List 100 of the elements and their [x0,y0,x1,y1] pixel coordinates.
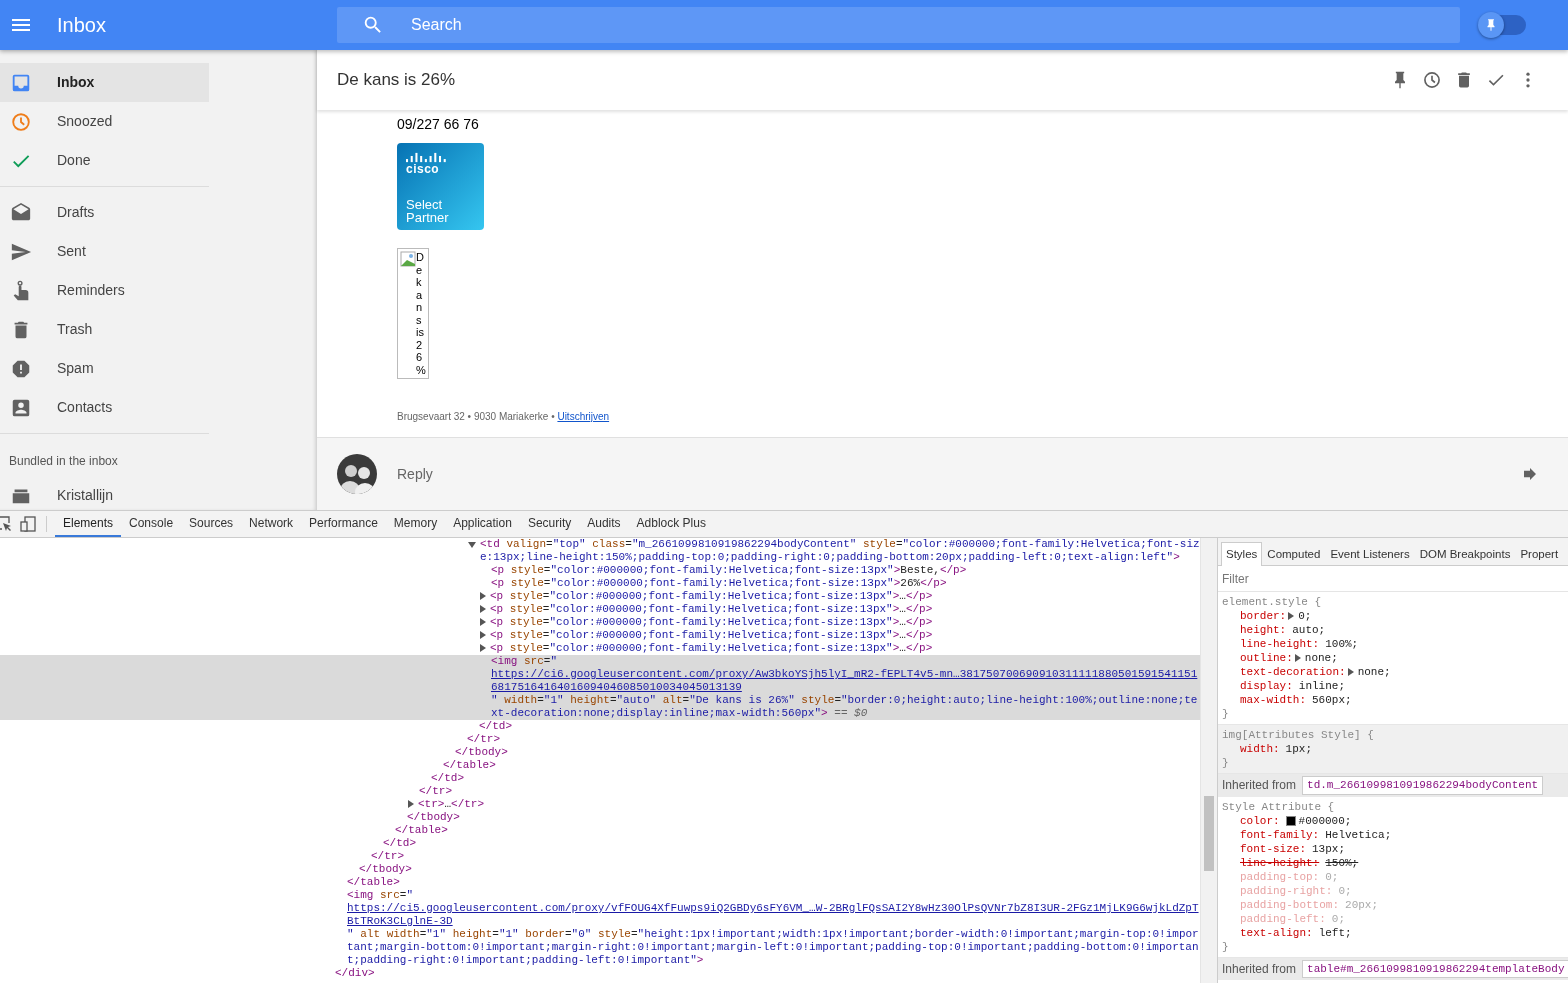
property-value: 0; [1331,911,1346,926]
code-line: </tr> [371,850,405,863]
search-icon[interactable] [362,14,384,36]
scrollbar[interactable] [1200,538,1217,983]
property-name: font-family: [1240,827,1320,842]
property-value: 20px; [1345,897,1379,912]
inspect-icon[interactable] [0,516,12,532]
code-line: </td> [479,720,513,733]
section-heading: Bundled in the inbox [8,453,119,470]
property-name: line-height: [1240,855,1320,870]
property-value: none; [1357,665,1391,679]
code-line: <p style="color:#000000;font-family:Helvetica;font-size:13px">…</p> [490,629,934,642]
sidebar-item[interactable]: Sent [0,232,209,271]
code-line: <img src="https://ci6.googleusercontent.com/proxy/Aw3bkoYSjh5lyI_mR2-fEPLT4v5-mn…38175070069091031111188050159154115168175164164016094046085010034045013139" width="1" height="auto" alt="De kans is 26%" style="border:0;height:auto;line-height:100%;outline:none;text-decoration:none;display:inline;max-width:560px"> == $0 [491,655,1200,720]
property-value: 0; [1338,883,1352,898]
css-selector: img[Attributes Style] { [1222,728,1375,742]
code-line: </table> [443,759,497,772]
inherited-label: Inherited from [1222,777,1297,795]
property-name: text-decoration: [1240,665,1346,679]
property-name: color: [1240,813,1280,828]
clock-icon [10,110,32,133]
code-line: <img src="https://ci5.googleusercontent.com/proxy/vfFOUG4XfFuwps9iQ2GBDy6sFY6VM_…W-2BRglFQsSAI2Y8wHz30OlPsQVNr7bZ8I3UR-2FGz1MjLK9G6wjkLdZpTBtTRoK3CLglnE-3D" alt width="1" height="1" border="0" style="height:1px!important;width:1px!important;border-width:0!important;margin-top:0!important;margin-bottom:0!important;margin-right:0!important;margin-left:0!important;padding-top:0!important;padding-bottom:0!important;padding-right:0!important;padding-left:0!important"> [347,889,1200,967]
expand-arrow-icon[interactable] [1294,654,1301,662]
device-icon[interactable] [20,516,36,532]
code-line: </tr> [419,785,453,798]
property-name: display: [1240,679,1293,693]
devtools-tab[interactable]: Performance [301,511,386,537]
code-line: </tr> [467,733,501,746]
reply-button[interactable]: Reply [397,463,433,485]
property-name: outline: [1240,651,1293,665]
app-title: Inbox [57,13,107,38]
code-line: </tbody> [407,811,461,824]
code-line: <p style="color:#000000;font-family:Helvetica;font-size:13px">Beste,</p> [491,564,968,577]
avatar [337,454,377,494]
code-line: <tr>…</tr> [418,798,486,811]
devtools-tab[interactable]: Network [241,511,302,537]
signal-bars-icon [406,151,448,163]
toggle-switch[interactable] [1480,15,1526,35]
search-field[interactable]: Search [409,12,1460,38]
search-bar[interactable]: Search [337,7,1460,43]
alt-text: De kans is 26% [416,251,426,376]
sidebar-item[interactable]: Inbox [0,63,209,102]
sidebar-item[interactable]: Spam [0,349,209,388]
property-name: font-size: [1240,841,1306,856]
expand-arrow-icon[interactable] [1288,612,1295,620]
expand-arrow-icon[interactable] [1347,668,1354,676]
devtools-tab[interactable]: Security [519,511,580,537]
styles-tab[interactable]: Propert [1515,542,1564,566]
expand-arrow-icon[interactable] [468,542,476,548]
sidebar-item[interactable]: Contacts [0,388,209,427]
color-swatch[interactable] [1285,815,1296,826]
styles-tab[interactable]: Event Listeners [1325,542,1415,566]
broken-image-icon [400,251,416,267]
code-line: <td valign="top" class="m_2661099810919862294bodyContent" style="color:#000000;font-family:Helvetica;font-size:13px;line-height:150%;padding-top:0;padding-right:0;padding-bottom:20px;padding-left:0;text-align:left"> [480,538,1200,564]
code-line: <p style="color:#000000;font-family:Helvetica;font-size:13px">26%</p> [491,577,948,590]
property-name: padding-bottom: [1240,897,1340,912]
styles-tab[interactable]: DOM Breakpoints [1414,542,1516,566]
css-selector: Style Attribute { [1222,799,1336,814]
devtools-tab[interactable]: Application [445,511,520,537]
inherited-source[interactable]: td.m_2661099810919862294bodyContent [1302,776,1544,795]
property-name: height: [1240,623,1287,637]
phone-number: 09/227 66 76 [397,115,480,134]
property-name: text-align: [1240,925,1313,940]
property-value: inline; [1298,679,1346,693]
property-value: 150%; [1325,855,1359,870]
url-link[interactable]: https://ci6.googleusercontent.com/proxy/Aw3bkoYSjh5lyI_mR2-fEPLT4v5-mn…38175070069091031111188050159154115168175164164016094046085010034045013139 [491,668,1200,694]
property-value: Helvetica; [1325,827,1392,842]
sidebar-item[interactable]: Done [0,141,209,180]
devtools-tab[interactable]: Memory [385,511,446,537]
inherited-label: Inherited from [1222,960,1297,978]
property-name: line-height: [1240,637,1320,651]
sidebar-item[interactable]: Snoozed [0,102,209,141]
property-value: left; [1318,925,1352,940]
url-link[interactable]: https://ci5.googleusercontent.com/proxy/vfFOUG4XfFuwps9iQ2GBDy6sFY6VM_…W-2BRglFQsSAI2Y8wHz30OlPsQVNr7bZ8I3UR-2FGz1MjLK9G6wjkLdZpTBtTRoK3CLglnE-3D [347,902,1200,928]
code-line: </td> [383,837,417,850]
devtools-tab[interactable]: Adblock Plus [628,511,714,537]
code-line: <p style="color:#000000;font-family:Helvetica;font-size:13px">…</p> [490,603,934,616]
sidebar-item[interactable]: Drafts [0,193,209,232]
code-line: </tbody> [359,863,413,876]
property-name: max-width: [1240,693,1306,707]
property-value: 13px; [1312,841,1346,856]
sidebar-item[interactable]: Trash [0,310,209,349]
forward-icon[interactable] [1522,466,1538,482]
inherited-source[interactable]: table#m_2661099810919862294templateBody [1302,959,1568,978]
sidebar-item[interactable]: Reminders [0,271,209,310]
devtools-tab[interactable]: Audits [579,511,629,537]
code-line: <p style="color:#000000;font-family:Helvetica;font-size:13px">…</p> [490,616,934,629]
property-name: padding-left: [1240,911,1326,926]
styles-tab[interactable]: Computed [1262,542,1326,566]
code-line: </tbody> [455,746,509,759]
clock-icon[interactable] [1422,70,1442,90]
message-subject: De kans is 26% [337,69,456,92]
unsubscribe-link[interactable]: Uitschrijven [557,411,610,422]
property-value: auto; [1292,623,1326,637]
property-value: none; [1304,651,1338,665]
code-line: <p style="color:#000000;font-family:Helvetica;font-size:13px">…</p> [490,590,934,603]
styles-tab[interactable]: Styles [1221,542,1263,566]
code-line: </td> [431,772,465,785]
property-value: 1px; [1285,742,1312,756]
property-name: padding-top: [1240,869,1320,884]
